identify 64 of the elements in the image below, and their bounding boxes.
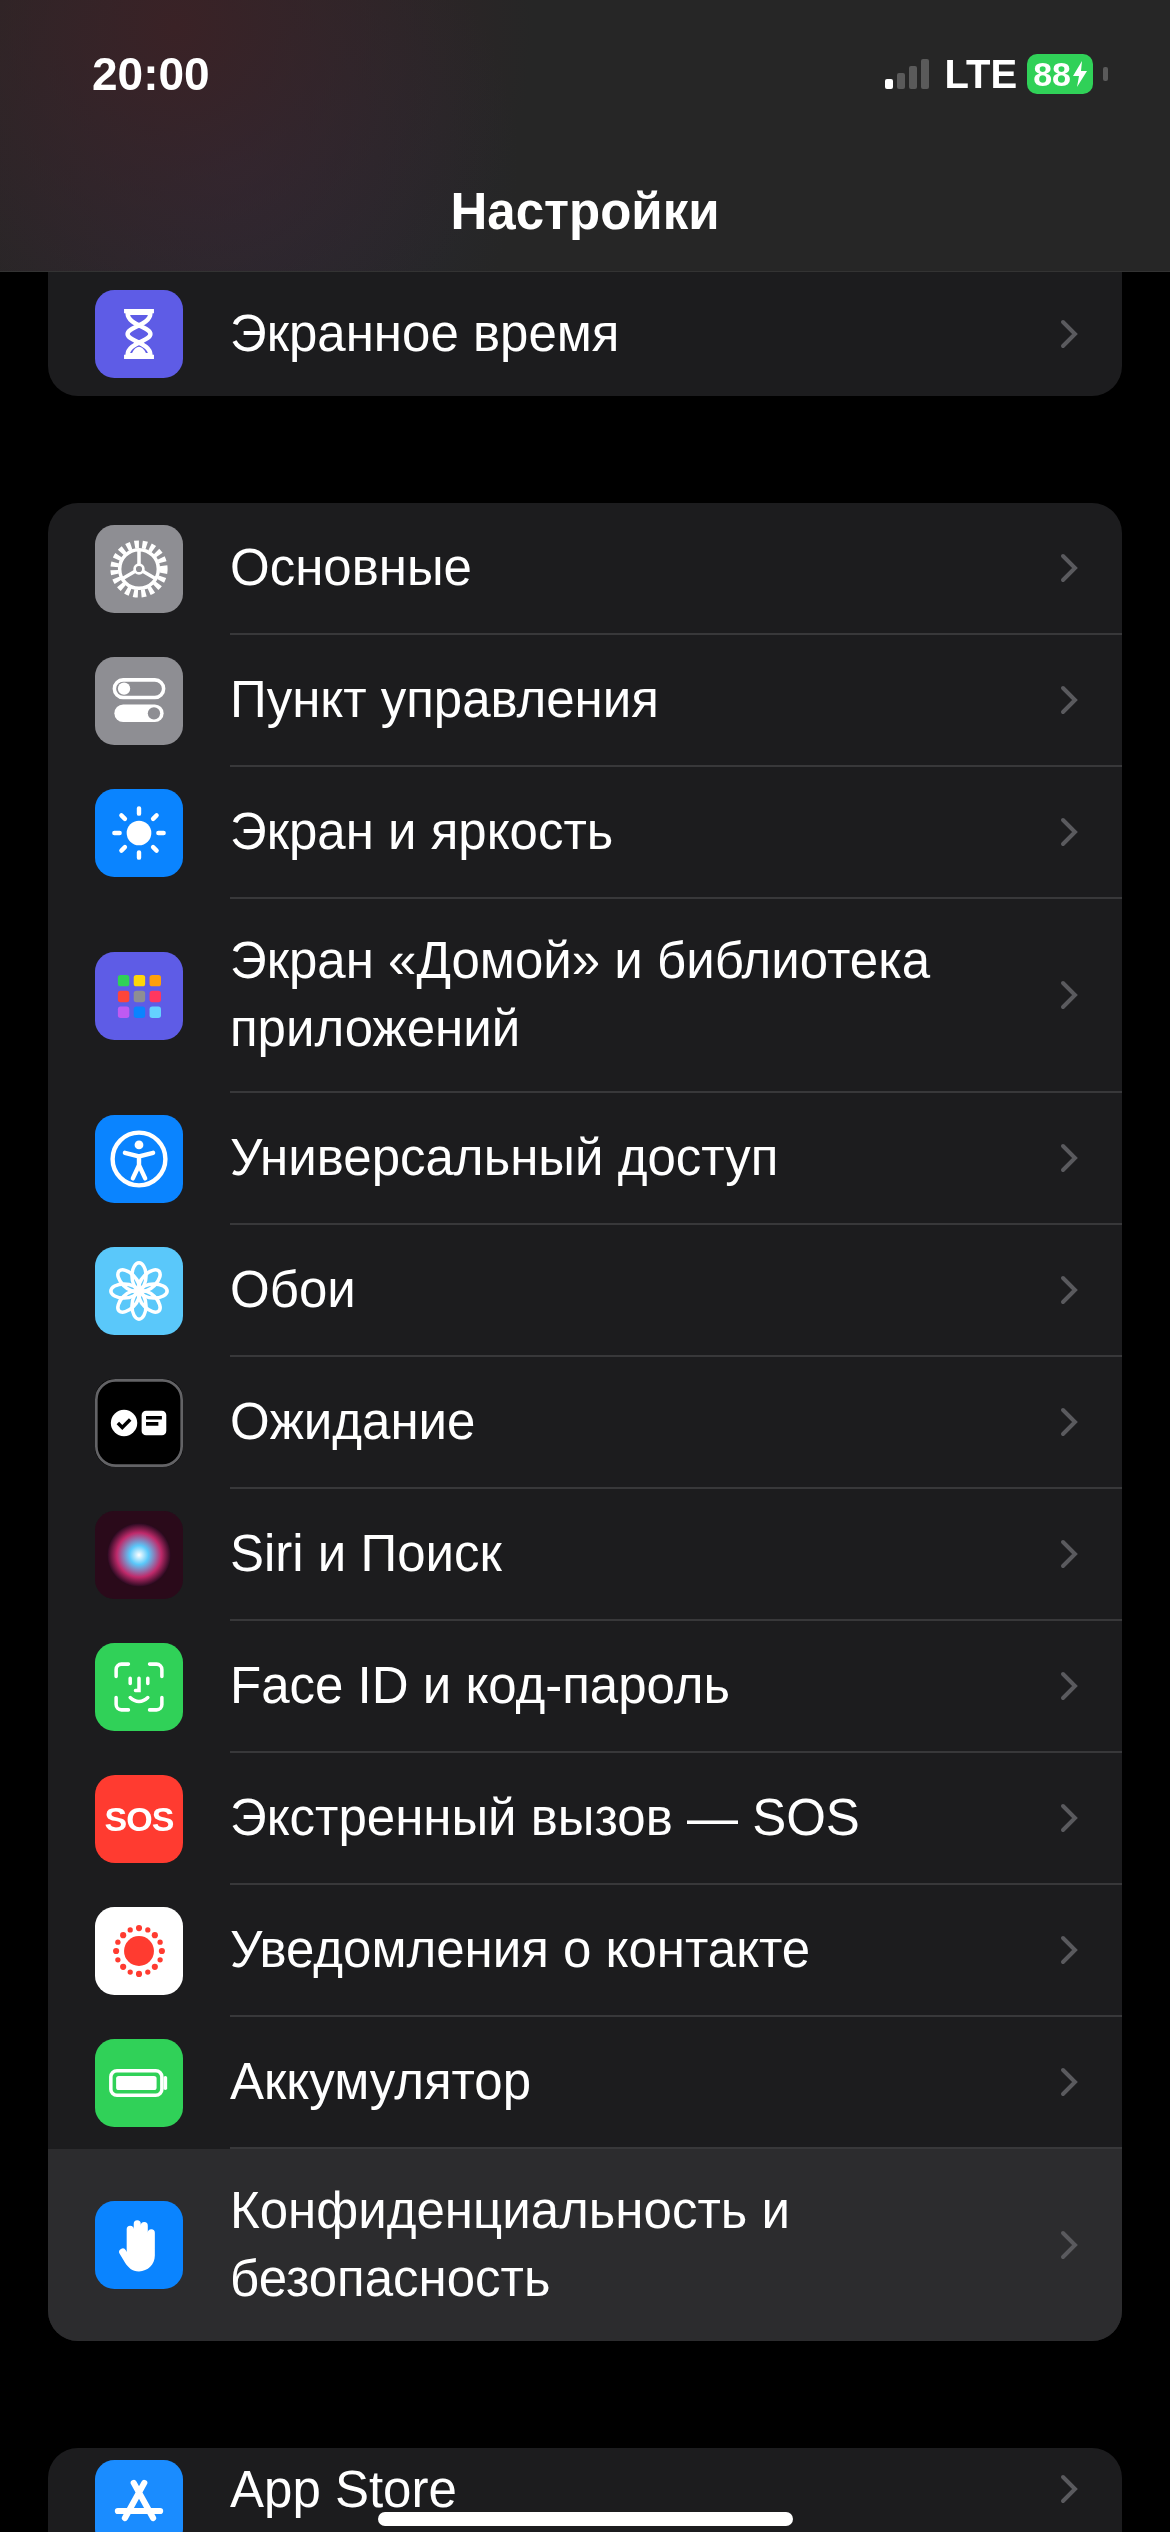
chevron-icon bbox=[1060, 2230, 1078, 2260]
sos-icon: SOS bbox=[95, 1775, 183, 1863]
chevron-icon bbox=[1060, 817, 1078, 847]
battery-indicator: 88 bbox=[1027, 54, 1093, 94]
settings-row[interactable]: Универсальный доступ bbox=[48, 1093, 1122, 1225]
row-label: Siri и Поиск bbox=[230, 1524, 502, 1584]
gear-icon bbox=[95, 525, 183, 613]
battery-cap-icon bbox=[1103, 67, 1108, 81]
settings-row[interactable]: Основные bbox=[48, 503, 1122, 635]
row-label: Пункт управления bbox=[230, 670, 659, 730]
settings-row[interactable]: Siri и Поиск bbox=[48, 1489, 1122, 1621]
chevron-icon bbox=[1060, 1803, 1078, 1833]
chevron-icon bbox=[1060, 980, 1078, 1010]
row-label: Экран «Домой» и библиотека приложений bbox=[230, 931, 932, 1059]
status-time: 20:00 bbox=[92, 47, 210, 101]
chevron-icon bbox=[1060, 319, 1078, 349]
screen-title: Настройки bbox=[449, 182, 721, 241]
settings-row[interactable]: Ожидание bbox=[48, 1357, 1122, 1489]
settings-row[interactable]: Экранное время bbox=[48, 272, 1122, 396]
network-type: LTE bbox=[944, 51, 1018, 97]
row-label: App Store bbox=[230, 2460, 457, 2520]
chevron-icon bbox=[1060, 2474, 1078, 2504]
row-label: Экранное время bbox=[230, 304, 620, 364]
app-grid-icon bbox=[95, 952, 183, 1040]
chevron-icon bbox=[1060, 553, 1078, 583]
toggles-icon bbox=[95, 657, 183, 745]
row-label: Конфиденциальность и безопасность bbox=[230, 2181, 791, 2309]
row-label: Уведомления о контакте bbox=[230, 1920, 811, 1980]
face-scan-icon bbox=[95, 1643, 183, 1731]
settings-row[interactable]: SOS Экстренный вызов — SOS bbox=[48, 1753, 1122, 1885]
settings-row[interactable]: Конфиденциальность и безопасность bbox=[48, 2149, 1122, 2341]
row-label: Универсальный доступ bbox=[230, 1128, 779, 1188]
row-label: Ожидание bbox=[230, 1392, 476, 1452]
settings-row[interactable]: Экран и яркость bbox=[48, 767, 1122, 899]
accessibility-icon bbox=[95, 1115, 183, 1203]
hand-icon bbox=[95, 2201, 183, 2289]
row-label: Основные bbox=[230, 538, 472, 598]
settings-row[interactable]: Экран «Домой» и библиотека приложений bbox=[48, 899, 1122, 1093]
settings-row[interactable]: Обои bbox=[48, 1225, 1122, 1357]
row-label: Аккумулятор bbox=[230, 2052, 532, 2112]
settings-row[interactable]: Пункт управления bbox=[48, 635, 1122, 767]
chevron-icon bbox=[1060, 685, 1078, 715]
sun-dots-icon bbox=[95, 1907, 183, 1995]
row-label: Экран и яркость bbox=[230, 802, 614, 862]
chevron-icon bbox=[1060, 1407, 1078, 1437]
sun-icon bbox=[95, 789, 183, 877]
chevron-icon bbox=[1060, 1275, 1078, 1305]
clock-widget-icon bbox=[95, 1379, 183, 1467]
chevron-icon bbox=[1060, 1143, 1078, 1173]
hourglass-icon bbox=[95, 290, 183, 378]
chevron-icon bbox=[1060, 1671, 1078, 1701]
signal-icon bbox=[884, 59, 931, 89]
row-label: Обои bbox=[230, 1260, 356, 1320]
orb-icon bbox=[95, 1511, 183, 1599]
settings-row[interactable]: Уведомления о контакте bbox=[48, 1885, 1122, 2017]
row-label: Экстренный вызов — SOS bbox=[230, 1788, 860, 1848]
app-store-icon bbox=[95, 2460, 183, 2532]
row-label: Face ID и код-пароль bbox=[230, 1656, 731, 1716]
chevron-icon bbox=[1060, 2067, 1078, 2097]
chevron-icon bbox=[1060, 1935, 1078, 1965]
settings-row[interactable]: Face ID и код-пароль bbox=[48, 1621, 1122, 1753]
chevron-icon bbox=[1060, 1539, 1078, 1569]
flower-icon bbox=[95, 1247, 183, 1335]
battery-icon bbox=[95, 2039, 183, 2127]
